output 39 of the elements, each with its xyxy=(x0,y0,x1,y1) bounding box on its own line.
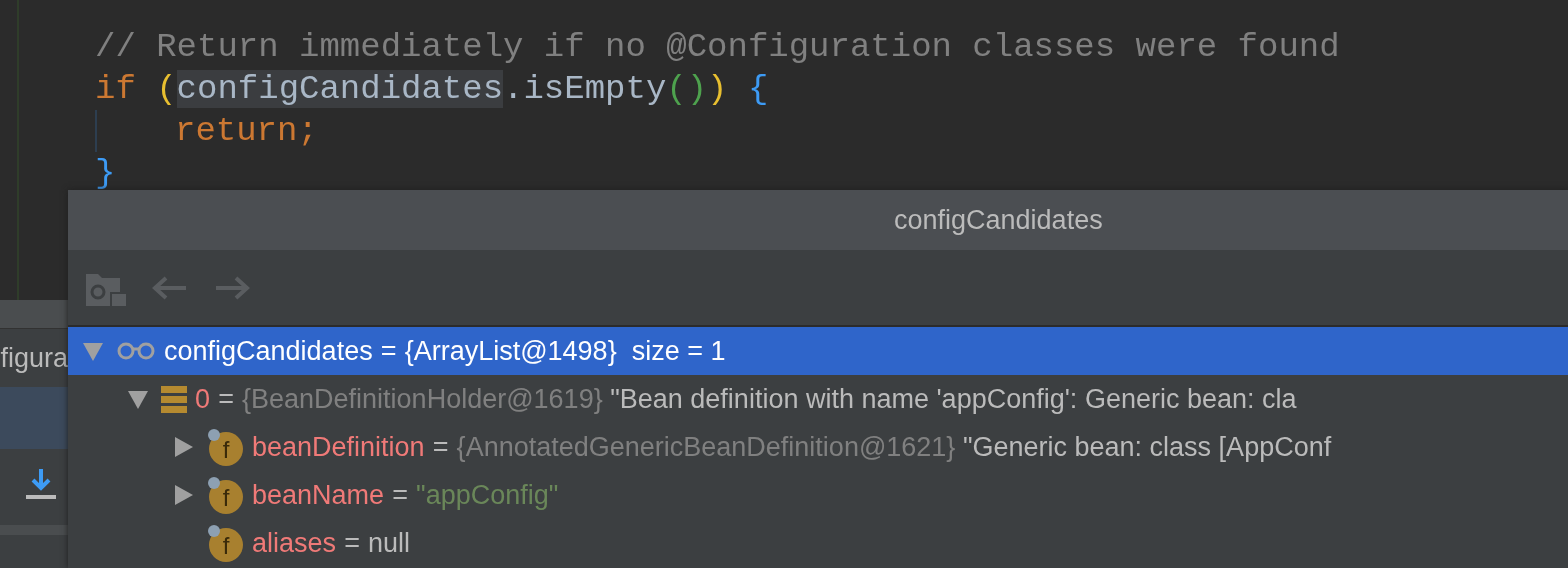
equals-sign: = xyxy=(432,431,449,463)
object-type: {ArrayList@1498} xyxy=(404,335,617,367)
tree-row[interactable]: configCandidates = {ArrayList@1498} size = 1 xyxy=(68,327,1568,375)
variable-name: aliases xyxy=(252,527,337,559)
object-type: {BeanDefinitionHolder@1619} xyxy=(242,383,603,415)
glasses-icon xyxy=(116,340,156,362)
collapse-arrow-icon[interactable] xyxy=(127,388,149,410)
collapse-arrow-icon[interactable] xyxy=(82,340,104,362)
panel-bar xyxy=(0,525,68,535)
equals-sign: = xyxy=(218,383,234,415)
code-line: if (configCandidates.isEmpty()) { xyxy=(95,69,770,110)
tree-row[interactable]: f aliases = null xyxy=(68,519,1568,567)
tree-row[interactable]: f beanDefinition = {AnnotatedGenericBeanDefinition@1621} "Generic bean: class [AppConf xyxy=(68,423,1568,471)
popup-title: configCandidates xyxy=(894,204,1103,236)
selected-row[interactable] xyxy=(0,387,68,449)
equals-sign: = xyxy=(344,527,360,559)
back-arrow-icon[interactable] xyxy=(152,275,188,300)
variable-name: beanName xyxy=(252,479,385,511)
variable-value: "Generic bean: class [AppConf xyxy=(962,431,1332,463)
variable-name: 0 xyxy=(195,383,211,415)
variable-value: "appConfig" xyxy=(416,479,559,511)
equals-sign: = xyxy=(392,479,408,511)
variable-value: size = 1 xyxy=(631,335,726,367)
variable-value: "Bean definition with name 'appConfig': Generic bean: cla xyxy=(610,383,1297,415)
download-icon[interactable] xyxy=(26,467,56,501)
code-line: // Return immediately if no @Configuration classes were found xyxy=(95,27,1341,68)
equals-sign: = xyxy=(380,335,397,367)
variable-name: configCandidates xyxy=(164,335,373,367)
variable-value: null xyxy=(368,527,411,559)
expand-arrow-icon[interactable] xyxy=(172,484,194,506)
tree-row[interactable]: f beanName = "appConfig" xyxy=(68,471,1568,519)
variable-name: beanDefinition xyxy=(252,431,425,463)
list-icon xyxy=(161,385,187,413)
code-line: } xyxy=(95,153,117,194)
forward-arrow-icon[interactable] xyxy=(214,275,250,300)
expand-arrow-icon[interactable] xyxy=(172,436,194,458)
object-type: {AnnotatedGenericBeanDefinition@1621} xyxy=(456,431,956,463)
code-line: return; xyxy=(95,110,1568,152)
tree-row[interactable]: 0 = {BeanDefinitionHolder@1619} "Bean definition with name 'appConfig': Generic bean: cla xyxy=(68,375,1568,423)
